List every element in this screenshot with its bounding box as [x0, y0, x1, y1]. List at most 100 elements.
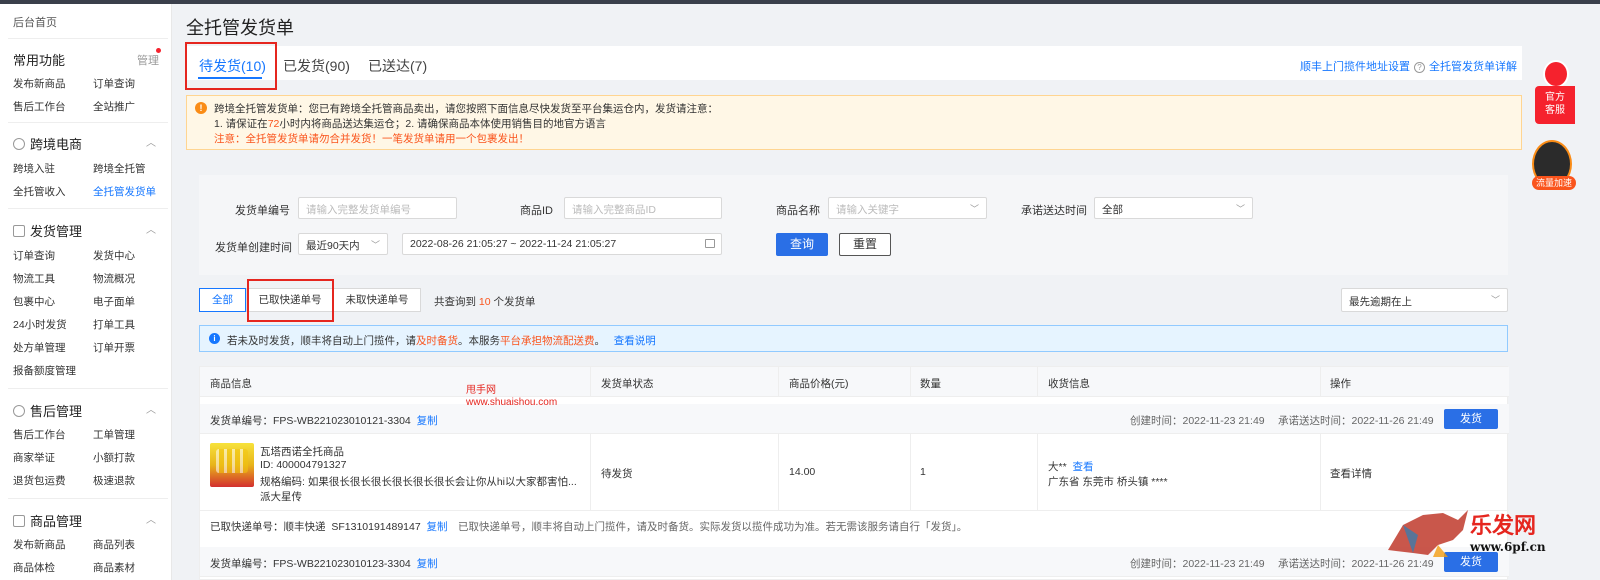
view-receiver-link[interactable]: 查看	[1073, 461, 1094, 473]
sidebar-item[interactable]: 发货中心	[93, 248, 135, 263]
orders-table: 商品信息 发货单状态 商品价格(元) 数量 收货信息 操作 发货单编号：FPS-…	[199, 366, 1509, 580]
tab-delivered[interactable]: 已送达(7)	[368, 56, 427, 76]
sidebar-home[interactable]: 后台首页	[13, 14, 57, 30]
created-time: 创建时间：2022-11-23 21:49	[1130, 558, 1265, 570]
sidebar-manage-link[interactable]: 管理	[137, 52, 159, 68]
column-header: 操作	[1330, 378, 1351, 390]
date-range-picker[interactable]: 2022-08-26 21:05:27 ~ 2022-11-24 21:05:2…	[402, 233, 722, 255]
sidebar-item[interactable]: 报备额度管理	[13, 363, 76, 378]
sidebar-item[interactable]: 商品素材	[93, 560, 135, 575]
result-count: 共查询到 10 个发货单	[434, 296, 536, 308]
order-no-input[interactable]: 请输入完整发货单编号	[298, 197, 457, 219]
sidebar-item[interactable]: 处方单管理	[13, 340, 66, 355]
goods-name-select[interactable]: 请输入关键字 ﹀	[828, 197, 987, 219]
notice-line-2: 1. 请保证在72小时内将商品送达集运仓；2. 请确保商品本体使用销售目的地官方…	[214, 118, 607, 130]
customer-service-avatar[interactable]	[1543, 60, 1569, 88]
sidebar-item[interactable]: 物流工具	[13, 271, 55, 286]
sidebar-item[interactable]: 全站推广	[93, 99, 135, 114]
info-bar: i 若未及时发货，顺丰将自动上门揽件，请及时备货。本服务平台承担物流配送费。 查…	[199, 325, 1508, 352]
document-icon	[13, 225, 25, 237]
sidebar-item[interactable]: 商家举证	[13, 450, 55, 465]
sidebar-item[interactable]: 订单查询	[93, 76, 135, 91]
sidebar-item[interactable]: 售后工作台	[13, 99, 66, 114]
sidebar-item[interactable]: 跨境入驻	[13, 161, 55, 176]
sidebar-item[interactable]: 24小时发货	[13, 317, 67, 332]
segment-tracking-not-taken[interactable]: 未取快递单号	[333, 288, 421, 312]
sidebar-item[interactable]: 发布新商品	[13, 76, 66, 91]
customer-service-button[interactable]: 官方 客服	[1535, 86, 1575, 124]
column-divider	[1320, 367, 1321, 397]
sidebar-item[interactable]: 全托管收入	[13, 184, 66, 199]
traffic-boost-label[interactable]: 流量加速	[1532, 176, 1576, 190]
sidebar-item-active[interactable]: 全托管发货单	[93, 184, 156, 199]
sidebar-item[interactable]: 小额打款	[93, 450, 135, 465]
sidebar-item[interactable]: 商品体检	[13, 560, 55, 575]
chevron-down-icon: ﹀	[1490, 295, 1500, 305]
sidebar-item[interactable]: 发布新商品	[13, 537, 66, 552]
chevron-up-icon[interactable]: ︿	[146, 134, 156, 149]
guide-link[interactable]: 全托管发货单详解	[1429, 58, 1517, 74]
sort-select[interactable]: 最先逾期在上 ﹀	[1341, 288, 1508, 312]
range-preset-select[interactable]: 最近90天内 ﹀	[298, 233, 388, 255]
column-divider	[1037, 367, 1038, 397]
table-header: 商品信息 发货单状态 商品价格(元) 数量 收货信息 操作	[200, 367, 1509, 397]
copy-link[interactable]: 复制	[417, 415, 438, 427]
segment-all[interactable]: 全部	[199, 288, 246, 312]
product-thumbnail[interactable]	[210, 443, 254, 487]
reset-button[interactable]: 重置	[839, 233, 891, 256]
sidebar-item[interactable]: 工单管理	[93, 427, 135, 442]
sidebar-divider	[8, 38, 168, 39]
column-header: 商品信息	[210, 378, 252, 390]
search-button[interactable]: 查询	[776, 233, 828, 256]
sidebar-item[interactable]: 订单查询	[13, 248, 55, 263]
column-header: 数量	[920, 378, 941, 390]
chevron-up-icon[interactable]: ︿	[146, 511, 156, 526]
brand-url: www.6pf.cn	[1470, 540, 1546, 554]
info-text: 若未及时发货，顺丰将自动上门揽件，请及时备货。本服务平台承担物流配送费。 查看说…	[227, 335, 656, 347]
globe-icon	[13, 138, 25, 150]
sidebar-item[interactable]: 电子面单	[93, 294, 135, 309]
column-divider	[910, 367, 911, 397]
sidebar-item[interactable]: 极速退款	[93, 473, 135, 488]
chevron-up-icon[interactable]: ︿	[146, 401, 156, 416]
column-divider	[778, 434, 779, 510]
watermark: 甩手网	[466, 385, 496, 396]
sidebar-item[interactable]: 包裹中心	[13, 294, 55, 309]
promise-time-select[interactable]: 全部 ﹀	[1094, 197, 1253, 219]
sidebar-item[interactable]: 商品列表	[93, 537, 135, 552]
sidebar-common-title: 常用功能	[13, 53, 66, 68]
order-group-header: 发货单编号：FPS-WB221023010123-3304 复制 创建时间：20…	[200, 547, 1509, 577]
sidebar-item[interactable]: 订单开票	[93, 340, 135, 355]
copy-link[interactable]: 复制	[417, 558, 438, 570]
goods-id-input[interactable]: 请输入完整商品ID	[564, 197, 722, 219]
ship-button[interactable]: 发货	[1444, 409, 1498, 429]
goods-id-label: 商品ID	[520, 205, 553, 217]
promise-time: 承诺送达时间：2022-11-26 21:49	[1278, 415, 1434, 427]
receiver-name: 大** 查看	[1048, 461, 1094, 473]
pickup-address-link[interactable]: 顺丰上门揽件地址设置?	[1300, 58, 1425, 74]
chevron-up-icon[interactable]: ︿	[146, 221, 156, 236]
sidebar-item[interactable]: 跨境全托管	[93, 161, 146, 176]
sidebar-item[interactable]: 售后工作台	[13, 427, 66, 442]
sidebar-divider	[8, 388, 168, 389]
sidebar-shipping-title[interactable]: 发货管理	[13, 221, 82, 240]
product-id: ID: 400004791327	[260, 459, 347, 471]
order-group-header: 发货单编号：FPS-WB221023010121-3304 复制 创建时间：20…	[200, 404, 1509, 434]
sidebar-aftersale-title[interactable]: 售后管理	[13, 401, 82, 420]
highlight-box	[247, 279, 334, 322]
sidebar-goods-title[interactable]: 商品管理	[13, 511, 82, 530]
column-divider	[1320, 434, 1321, 510]
sidebar-item[interactable]: 打单工具	[93, 317, 135, 332]
sidebar-divider	[8, 498, 168, 499]
sidebar-crossborder-title[interactable]: 跨境电商	[13, 134, 82, 153]
sidebar-item[interactable]: 退货包运费	[13, 473, 66, 488]
info-icon: i	[209, 333, 220, 344]
top-bar	[0, 0, 1600, 4]
product-name-link[interactable]: 瓦塔西诺全托商品	[260, 444, 344, 459]
view-details-link[interactable]: 查看详情	[1330, 466, 1372, 481]
column-divider	[590, 367, 591, 397]
view-explanation-link[interactable]: 查看说明	[614, 335, 656, 347]
copy-link[interactable]: 复制	[427, 521, 448, 533]
sidebar-item[interactable]: 物流概况	[93, 271, 135, 286]
tab-shipped[interactable]: 已发货(90)	[283, 56, 350, 76]
